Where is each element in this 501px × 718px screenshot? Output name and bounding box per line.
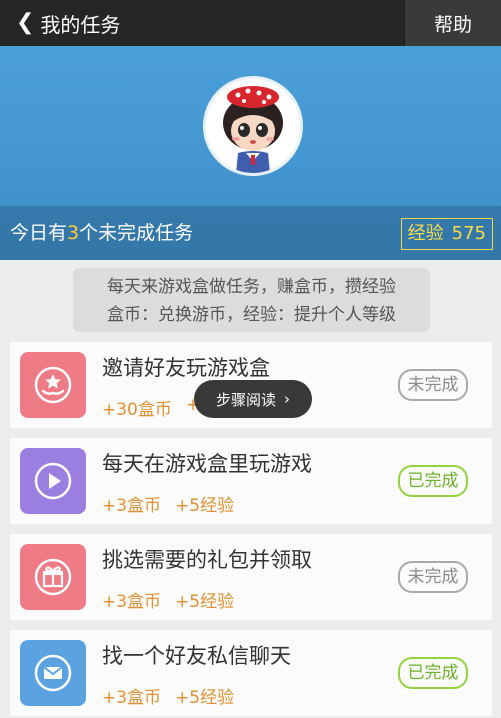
top-bar: ❮ 我的任务 帮助: [0, 0, 501, 46]
gift-icon: [20, 544, 86, 610]
experience-value: 575: [451, 223, 486, 244]
task-exp: +5经验: [175, 496, 235, 516]
task-exp: +5经验: [175, 592, 235, 612]
task-item-claim-gift[interactable]: 挑选需要的礼包并领取 +3盒币 +5经验 未完成: [10, 534, 492, 620]
back-button[interactable]: ❮ 我的任务: [16, 4, 120, 42]
profile-banner: 今日有3个未完成任务 经验 575: [0, 46, 501, 260]
status-badge: 未完成: [398, 369, 468, 401]
task-coins: +3盒币: [102, 592, 162, 612]
task-rewards: +3盒币 +5经验: [102, 683, 234, 708]
experience-badge: 经验 575: [400, 218, 493, 250]
task-coins: +30盒币: [102, 400, 172, 420]
task-name: 找一个好友私信聊天: [102, 644, 291, 668]
task-name: 邀请好友玩游戏盒: [102, 356, 270, 380]
mail-icon: [20, 640, 86, 706]
help-button[interactable]: 帮助: [404, 0, 501, 46]
task-item-play-games[interactable]: 每天在游戏盒里玩游戏 +3盒币 +5经验 已完成: [10, 438, 492, 524]
unfinished-summary: 今日有3个未完成任务: [10, 206, 193, 260]
avatar[interactable]: [203, 76, 303, 176]
task-rewards: +30盒币 +: [102, 395, 200, 420]
status-badge: 已完成: [398, 465, 468, 497]
star-hand-icon: [20, 352, 86, 418]
page-title: 我的任务: [40, 12, 121, 37]
chevron-left-icon: ❮: [16, 10, 35, 35]
avatar-illustration: [206, 79, 300, 173]
task-exp: +5经验: [175, 688, 235, 708]
task-name: 挑选需要的礼包并领取: [102, 548, 312, 572]
notice-line-2: 盒币：兑换游币，经验：提升个人等级: [107, 305, 396, 325]
summary-suffix: 个未完成任务: [79, 222, 194, 244]
task-rewards: +3盒币 +5经验: [102, 491, 234, 516]
tooltip-label: 步骤阅读: [215, 390, 276, 409]
task-coins: +3盒币: [102, 688, 162, 708]
unfinished-count: 3: [67, 222, 80, 244]
task-coins: +3盒币: [102, 496, 162, 516]
summary-bar: 今日有3个未完成任务 经验 575: [0, 206, 501, 260]
summary-prefix: 今日有: [10, 222, 68, 244]
status-badge: 已完成: [398, 657, 468, 689]
step-reading-tooltip[interactable]: 步骤阅读 ›: [194, 380, 312, 418]
experience-label: 经验: [407, 223, 444, 244]
task-item-private-message[interactable]: 找一个好友私信聊天 +3盒币 +5经验 已完成: [10, 630, 492, 716]
play-icon: [20, 448, 86, 514]
task-name: 每天在游戏盒里玩游戏: [102, 452, 312, 476]
task-rewards: +3盒币 +5经验: [102, 587, 234, 612]
notice-line-1: 每天来游戏盒做任务，赚盒币，攒经验: [107, 277, 396, 297]
chevron-right-icon: ›: [284, 390, 290, 408]
task-notice: 每天来游戏盒做任务，赚盒币，攒经验 盒币：兑换游币，经验：提升个人等级: [73, 268, 430, 332]
status-badge: 未完成: [398, 561, 468, 593]
